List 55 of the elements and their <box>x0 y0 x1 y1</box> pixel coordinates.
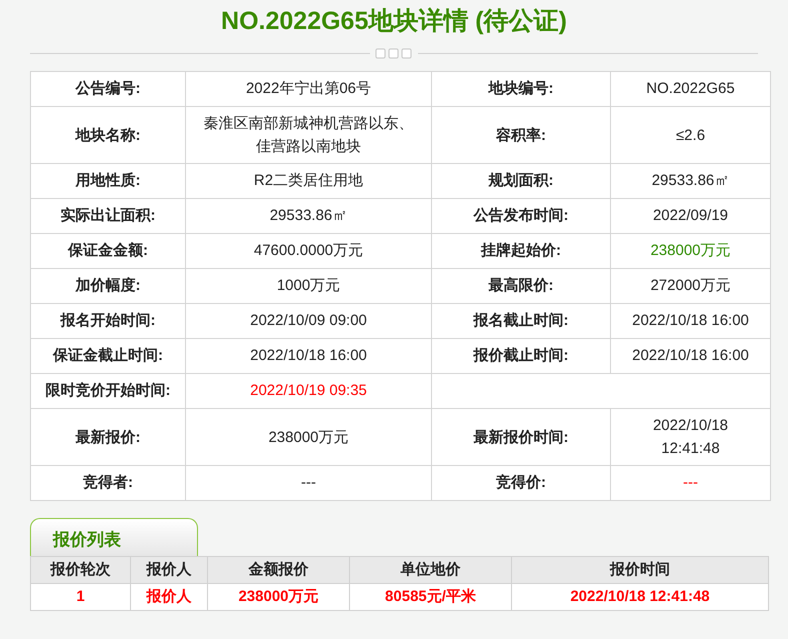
table-cell: 238000万元 <box>238 588 319 605</box>
field-label: 实际出让面积: <box>60 206 156 224</box>
field-value: 238000万元 <box>268 428 349 446</box>
field-label: 容积率: <box>496 126 546 144</box>
table-cell: 2022/10/18 12:41:48 <box>570 588 710 605</box>
column-header: 金额报价 <box>248 560 308 578</box>
column-header: 报价人 <box>146 560 192 578</box>
field-value: 2022/10/18 12:41:48 <box>652 417 728 457</box>
table-cell: 1 <box>76 588 85 605</box>
divider-ornament-icon <box>374 47 414 59</box>
column-header: 报价时间 <box>610 560 670 578</box>
field-label: 报名截止时间: <box>474 312 568 329</box>
field-label: 公告发布时间: <box>474 206 568 224</box>
field-value: 2022/10/19 09:35 <box>250 382 367 399</box>
field-value: 2022/10/18 16:00 <box>250 346 367 364</box>
column-header: 单位地价 <box>400 560 460 578</box>
field-value: 1000万元 <box>276 276 340 294</box>
field-label: 竞得者: <box>83 474 133 491</box>
field-label: 加价幅度: <box>76 276 140 294</box>
field-label: 最新报价: <box>76 428 140 446</box>
field-value: 29533.86㎡ <box>270 206 348 224</box>
field-value: 秦淮区南部新城神机营路以东、佳营路以南地块 <box>204 115 414 155</box>
field-label: 最新报价时间: <box>474 428 568 446</box>
field-value: ≤2.6 <box>676 126 706 144</box>
field-value: 47600.0000万元 <box>254 242 364 259</box>
table-cell: 80585元/平米 <box>385 588 476 605</box>
field-label: 地块编号: <box>488 80 554 97</box>
field-label: 规划面积: <box>488 172 554 189</box>
field-label: 公告编号: <box>76 80 140 97</box>
field-value: --- <box>301 474 316 491</box>
field-label: 竞得价: <box>496 474 546 491</box>
field-label: 挂牌起始价: <box>481 242 561 259</box>
field-value: 2022年宁出第06号 <box>246 80 372 97</box>
field-label: 报名开始时间: <box>60 312 156 329</box>
field-label: 保证金截止时间: <box>53 346 163 364</box>
field-label: 地块名称: <box>76 126 140 144</box>
page-title: NO.2022G65地块详情 (待公证) <box>220 6 568 37</box>
table-cell: 报价人 <box>146 588 192 605</box>
field-label: 保证金金额: <box>68 242 148 259</box>
field-label: 限时竞价开始时间: <box>46 382 170 399</box>
field-value: 2022/10/09 09:00 <box>250 312 367 329</box>
field-value: NO.2022G65 <box>646 80 735 97</box>
column-header: 报价轮次 <box>50 560 110 578</box>
tab[interactable]: 报价列表 <box>30 518 198 556</box>
field-value: R2二类居住用地 <box>254 172 364 189</box>
field-value: --- <box>683 474 698 491</box>
field-label: 最高限价: <box>488 276 554 294</box>
field-value: 2022/09/19 <box>652 206 728 224</box>
field-value: 2022/10/18 16:00 <box>632 312 749 329</box>
field-value: 238000万元 <box>650 242 731 259</box>
field-value: 29533.86㎡ <box>652 172 730 189</box>
field-value: 272000万元 <box>650 276 731 294</box>
field-label: 用地性质: <box>76 172 140 189</box>
field-value: 2022/10/18 16:00 <box>632 346 749 364</box>
field-label: 报价截止时间: <box>474 346 568 364</box>
